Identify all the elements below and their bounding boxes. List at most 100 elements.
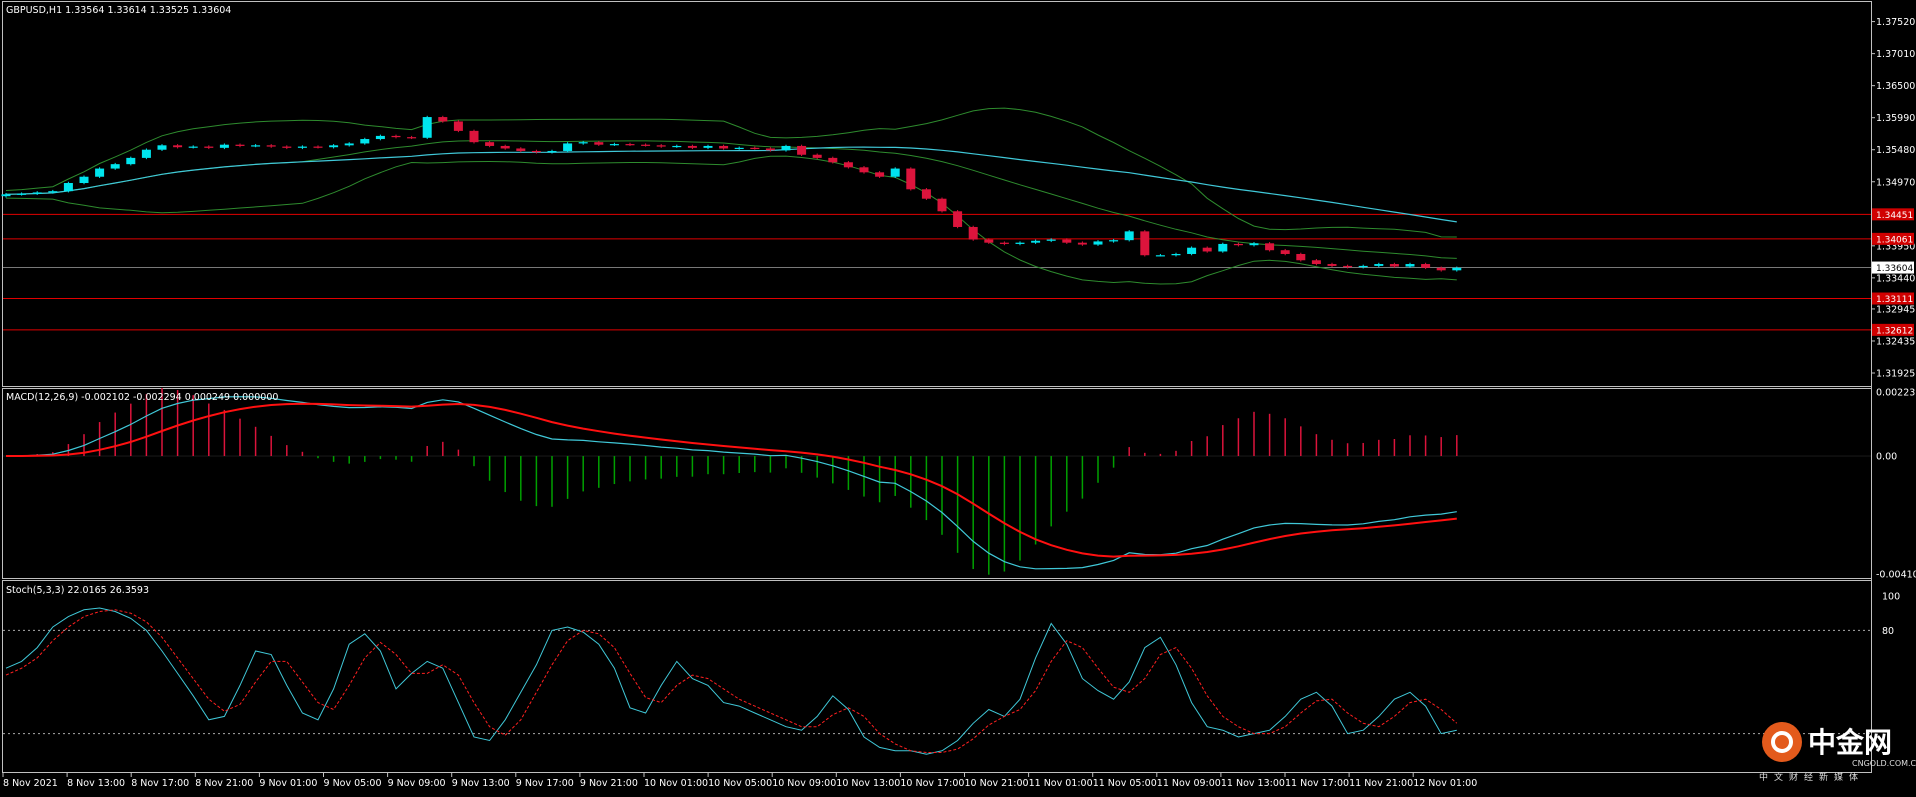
- candle-body: [1093, 241, 1103, 245]
- candle-body: [563, 143, 573, 151]
- level-badge-label: 1.34061: [1876, 235, 1913, 245]
- candle-body: [204, 146, 214, 148]
- candle-body: [781, 145, 791, 151]
- candle-body: [1421, 264, 1431, 268]
- candle-body: [1155, 255, 1165, 257]
- candle-body: [17, 193, 27, 195]
- candle-body: [719, 145, 729, 149]
- candle-body: [329, 145, 339, 148]
- candle-body: [734, 147, 744, 150]
- time-tick-label: 8 Nov 17:00: [131, 778, 189, 789]
- candle-body: [485, 142, 495, 146]
- candle-body: [391, 135, 401, 138]
- candle-body: [266, 145, 276, 147]
- candle-body: [1374, 264, 1384, 266]
- price-tick-label: 1.33440: [1876, 273, 1915, 284]
- candle-body: [500, 145, 510, 149]
- price-tick-label: 1.37520: [1876, 17, 1915, 28]
- candle-body: [1202, 247, 1212, 252]
- time-tick-label: 8 Nov 2021: [3, 778, 58, 789]
- stoch-pane-title: Stoch(5,3,3) 22.0165 26.3593: [6, 585, 149, 596]
- candle-body: [1265, 243, 1275, 251]
- candle-body: [173, 145, 183, 148]
- candle-body: [999, 242, 1009, 244]
- candle-body: [547, 150, 557, 153]
- candle-body: [906, 168, 916, 190]
- candle-body: [641, 144, 651, 146]
- time-tick-label: 10 Nov 21:00: [965, 778, 1029, 789]
- candle-body: [469, 130, 479, 143]
- candle-body: [251, 145, 261, 147]
- time-tick-label: 10 Nov 05:00: [708, 778, 772, 789]
- macd-series: [3, 387, 1871, 575]
- candle-body: [843, 162, 853, 168]
- watermark-brand: 中金网: [1808, 726, 1892, 759]
- candle-body: [750, 147, 760, 150]
- bb-upper: [5, 107, 1457, 238]
- main-pane-frame: [2, 1, 1872, 387]
- time-axis: 8 Nov 2021 8 Nov 13:00 8 Nov 17:00 8 Nov 21…: [2, 773, 1477, 789]
- level-lines: [3, 213, 1871, 331]
- candle-body: [1233, 243, 1243, 246]
- candle-body: [1343, 265, 1353, 268]
- candle-body: [110, 164, 120, 169]
- candle-body: [875, 172, 885, 177]
- level-badge-label: 1.32612: [1876, 326, 1913, 336]
- bollinger-bands: [5, 107, 1457, 285]
- main-pane-title: GBPUSD,H1 1.33564 1.33614 1.33525 1.3360…: [6, 5, 231, 16]
- candle-body: [890, 168, 900, 177]
- time-tick-label: 11 Nov 09:00: [1157, 778, 1221, 789]
- stoch-series: [3, 607, 1871, 755]
- candle-body: [63, 183, 73, 192]
- time-tick-label: 11 Nov 05:00: [1093, 778, 1157, 789]
- stoch-tick-label: 80: [1882, 626, 1894, 637]
- macd-tick-label: 0.00: [1876, 452, 1897, 463]
- candle-body: [797, 145, 807, 155]
- candle-body: [578, 142, 588, 144]
- candle-body: [1327, 264, 1337, 266]
- time-tick-label: 11 Nov 01:00: [1029, 778, 1093, 789]
- time-tick-label: 10 Nov 01:00: [644, 778, 708, 789]
- candle-body: [1077, 242, 1087, 245]
- chart-window: 1.37520 1.37010 1.36500 1.35990 1.35480 1.349…: [0, 0, 1916, 793]
- watermark-tagline: 中文财经新媒体: [1759, 771, 1864, 783]
- macd-tick-label: 0.00223: [1876, 388, 1915, 399]
- time-tick-label: 11 Nov 17:00: [1285, 778, 1349, 789]
- level-badge-label: 1.33111: [1876, 295, 1913, 305]
- price-axis: 1.37520 1.37010 1.36500 1.35990 1.35480 1.349…: [1871, 17, 1916, 637]
- candle-body: [1031, 240, 1041, 243]
- candle-body: [79, 176, 89, 184]
- candle-body: [235, 144, 245, 146]
- time-tick-label: 11 Nov 13:00: [1221, 778, 1285, 789]
- time-tick-label: 8 Nov 21:00: [195, 778, 253, 789]
- candle-body: [1187, 247, 1197, 254]
- time-tick-label: 10 Nov 09:00: [772, 778, 836, 789]
- level-badge-label: 1.34451: [1876, 211, 1913, 221]
- candle-body: [141, 149, 151, 158]
- bb-middle: [5, 140, 1457, 259]
- time-tick-label: 10 Nov 17:00: [900, 778, 964, 789]
- candle-body: [360, 139, 370, 144]
- time-tick-label: 11 Nov 21:00: [1349, 778, 1413, 789]
- price-tick-label: 1.35480: [1876, 145, 1915, 156]
- macd-line: [5, 396, 1457, 570]
- time-tick-label: 9 Nov 09:00: [388, 778, 446, 789]
- price-tick-label: 1.36500: [1876, 81, 1915, 92]
- stoch-signal-line: [5, 609, 1458, 753]
- price-tick-label: 1.37010: [1876, 49, 1915, 60]
- candle-body: [1046, 239, 1056, 241]
- candle-body: [984, 239, 994, 243]
- candles: [1, 115, 1462, 272]
- candle-body: [1171, 253, 1181, 256]
- candle-body: [188, 146, 198, 148]
- time-tick-label: 9 Nov 01:00: [259, 778, 317, 789]
- candle-body: [1436, 267, 1446, 271]
- time-tick-label: 8 Nov 13:00: [67, 778, 125, 789]
- candle-body: [687, 145, 697, 148]
- candle-body: [32, 192, 42, 194]
- time-tick-label: 9 Nov 21:00: [580, 778, 638, 789]
- candle-body: [313, 146, 323, 148]
- candle-body: [531, 150, 541, 153]
- candle-body: [344, 143, 354, 146]
- time-tick-label: 10 Nov 13:00: [836, 778, 900, 789]
